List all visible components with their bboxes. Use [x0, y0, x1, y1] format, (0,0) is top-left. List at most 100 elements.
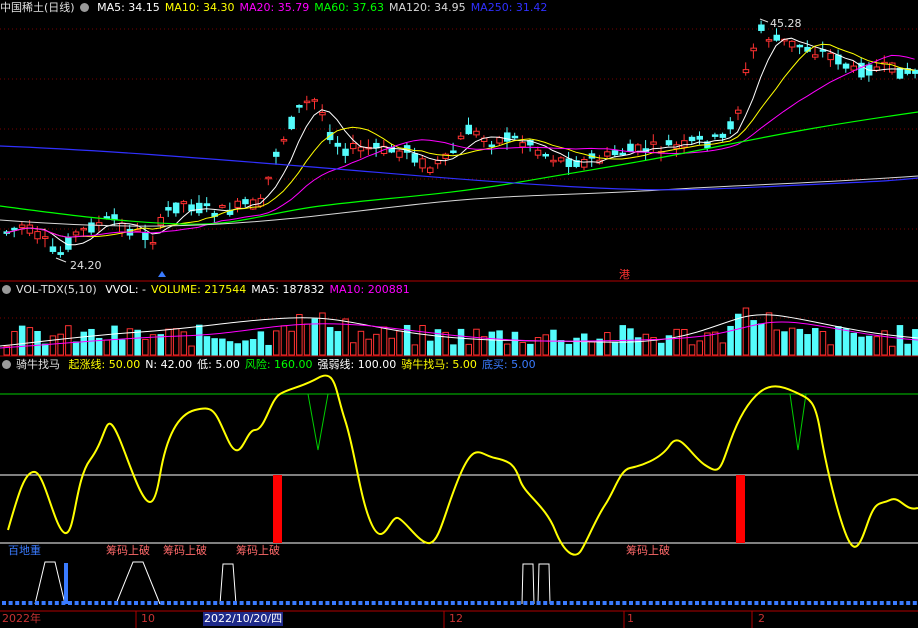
base-marker: [153, 601, 158, 605]
volume-bar: [303, 323, 311, 356]
legend-item: 底买: 5.00: [481, 358, 536, 371]
volume-bar: [334, 331, 342, 356]
base-marker: [794, 601, 798, 605]
base-marker: [510, 601, 515, 605]
legend-item: N: 42.00: [145, 358, 193, 371]
base-marker: [675, 601, 680, 605]
base-marker: [325, 601, 330, 605]
signal-label: 筹码上破: [163, 544, 207, 557]
settings-circle-icon[interactable]: [2, 360, 11, 369]
volume-bar: [57, 333, 64, 356]
base-marker: [536, 601, 541, 605]
base-marker: [404, 601, 409, 605]
volume-bar: [542, 334, 549, 356]
volume-bar: [565, 343, 573, 356]
base-marker: [556, 601, 561, 605]
volume-bar: [765, 312, 773, 356]
volume-bar: [203, 336, 211, 356]
base-marker: [358, 601, 363, 605]
candle-body: [357, 146, 365, 152]
volume-bar: [488, 331, 496, 356]
volume-bar: [103, 339, 111, 356]
legend-item: MA120: 34.95: [388, 1, 466, 14]
base-marker: [338, 601, 343, 605]
volume-bar: [742, 307, 750, 356]
candle-body: [265, 176, 272, 180]
legend-item: 低: 5.00: [197, 358, 240, 371]
base-marker: [820, 601, 825, 605]
candle-body: [896, 67, 904, 79]
volume-title[interactable]: VOL-TDX(5,10): [16, 283, 97, 296]
volume-bar: [835, 326, 842, 356]
base-marker: [332, 601, 336, 605]
x-axis-label: 10: [141, 612, 155, 625]
candle-body: [42, 236, 49, 239]
base-marker: [635, 601, 640, 605]
volume-bar: [527, 343, 534, 356]
volume-bar: [912, 329, 918, 356]
legend-item: 起涨线: 50.00: [68, 358, 141, 371]
base-marker: [787, 601, 792, 605]
settings-circle-icon[interactable]: [2, 285, 11, 294]
candle-body: [427, 167, 434, 174]
low-pointer: [55, 257, 67, 263]
candle-body: [627, 143, 634, 152]
base-marker: [662, 601, 666, 605]
candle-body: [557, 157, 565, 162]
candle-body: [711, 134, 719, 137]
candle-body: [796, 44, 804, 48]
base-marker: [398, 601, 402, 605]
candle-body: [719, 133, 727, 138]
volume-bar: [157, 334, 164, 356]
x-axis-label: 1: [627, 612, 634, 625]
base-marker: [312, 601, 317, 605]
candle-body: [773, 34, 780, 41]
base-marker: [701, 601, 706, 605]
volume-bar: [234, 343, 241, 356]
base-marker: [754, 601, 759, 605]
candle-body: [334, 142, 342, 147]
volume-bar: [588, 341, 596, 356]
candle-body: [688, 136, 696, 142]
legend-item: VVOL: -: [105, 283, 147, 296]
base-marker: [563, 601, 567, 605]
volume-bar: [865, 335, 873, 356]
volume-bar: [504, 343, 511, 356]
risk-dip: [307, 393, 329, 451]
candle-body: [619, 152, 626, 156]
base-marker: [886, 601, 891, 605]
candle-body: [296, 105, 303, 108]
volume-bar: [249, 339, 257, 356]
base-marker: [378, 601, 383, 605]
indicator-title[interactable]: 骑牛找马: [16, 358, 60, 371]
base-marker: [246, 601, 251, 605]
candle-body: [26, 224, 34, 234]
volume-header: VOL-TDX(5,10) VVOL: - VOLUME: 217544 MA5: …: [0, 282, 420, 298]
candle-body: [681, 140, 688, 148]
hk-tag: 港: [619, 268, 630, 281]
candle-body: [473, 130, 480, 136]
base-marker: [569, 601, 574, 605]
volume-bar: [658, 342, 665, 356]
base-marker: [81, 601, 86, 605]
candle-body: [727, 121, 734, 130]
candle-body: [650, 141, 657, 145]
stock-title[interactable]: 中国稀土(日线): [0, 1, 75, 14]
volume-bar: [842, 328, 850, 356]
base-marker: [140, 601, 145, 605]
settings-circle-icon[interactable]: [79, 3, 89, 12]
candle-body: [80, 227, 87, 231]
volume-bar: [196, 324, 203, 356]
base-marker: [134, 601, 138, 605]
volume-bar: [165, 328, 172, 356]
base-marker: [813, 601, 818, 605]
candle-body: [342, 148, 349, 156]
stock-chart-canvas[interactable]: [0, 0, 918, 628]
base-marker: [239, 601, 244, 605]
volume-bar: [72, 341, 80, 356]
volume-bar: [11, 330, 18, 356]
base-marker: [2, 601, 6, 605]
base-marker: [708, 601, 713, 605]
base-marker: [41, 601, 46, 605]
volume-bar: [904, 343, 911, 356]
